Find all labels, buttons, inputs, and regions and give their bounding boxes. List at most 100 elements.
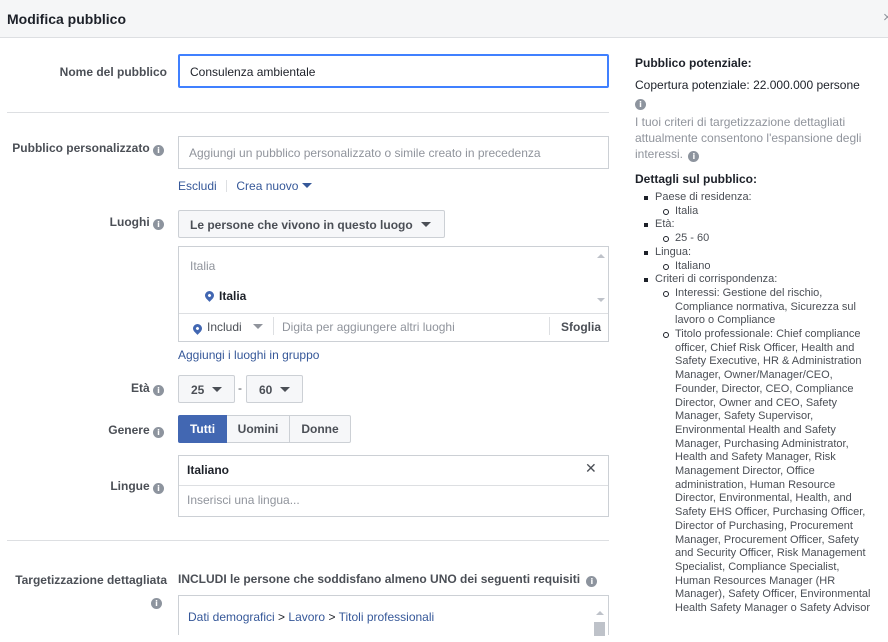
- chevron-down-icon: [253, 324, 264, 329]
- audience-name-value: Consulenza ambientale: [190, 65, 316, 79]
- locations-box: Italia Italia Includi Digita per aggiung…: [178, 246, 609, 342]
- info-icon[interactable]: i: [153, 219, 164, 230]
- gender-option-women[interactable]: Donne: [290, 415, 351, 443]
- location-search-input[interactable]: Digita per aggiungere altri luoghi: [282, 320, 455, 334]
- language-search-input[interactable]: Inserisci una lingua...: [187, 493, 300, 507]
- divider: [7, 540, 609, 541]
- list-item: Criteri di corrispondenza: Interessi: Ge…: [643, 273, 885, 616]
- age-label-text: Età: [130, 381, 150, 395]
- custom-audience-links: Escludi Crea nuovo: [178, 179, 312, 193]
- age-max-dropdown[interactable]: 60: [246, 375, 303, 403]
- include-requirements-label: INCLUDI le persone che soddisfano almeno…: [178, 572, 581, 586]
- create-new-link[interactable]: Crea nuovo: [236, 179, 298, 193]
- link-separator: [226, 180, 228, 192]
- audience-name-input[interactable]: Consulenza ambientale: [178, 54, 609, 88]
- location-group-header: Italia: [190, 259, 216, 273]
- divider: [7, 112, 609, 113]
- age-max-value: 60: [259, 383, 273, 397]
- age-min-dropdown[interactable]: 25: [178, 375, 235, 403]
- info-icon[interactable]: i: [151, 598, 162, 609]
- chevron-down-icon: [212, 387, 222, 392]
- scroll-down-icon[interactable]: [597, 298, 605, 302]
- info-icon[interactable]: i: [153, 483, 164, 494]
- location-type-label: Le persone che vivono in questo luogo: [190, 218, 413, 232]
- info-icon[interactable]: i: [153, 427, 164, 438]
- list-item: Italia: [661, 205, 885, 219]
- include-dropdown-label: Includi: [207, 320, 242, 334]
- gender-option-all[interactable]: Tutti: [178, 415, 227, 443]
- custom-audience-label-text: Pubblico personalizzato: [12, 141, 150, 155]
- exclude-link[interactable]: Escludi: [178, 179, 217, 193]
- include-dropdown[interactable]: Includi: [207, 320, 264, 334]
- info-icon[interactable]: i: [153, 385, 164, 396]
- divider: [273, 317, 274, 335]
- close-icon[interactable]: ✕: [585, 461, 597, 477]
- location-type-dropdown[interactable]: Le persone che vivono in questo luogo: [178, 210, 445, 238]
- location-pin-icon: [191, 322, 204, 335]
- location-pin-icon: [203, 289, 216, 302]
- breadcrumb: Dati demografici > Lavoro > Titoli profe…: [188, 610, 434, 624]
- age-label: Età i: [131, 381, 164, 396]
- divider: [179, 313, 608, 314]
- language-token: Italiano: [187, 463, 230, 477]
- info-icon[interactable]: i: [635, 99, 646, 110]
- info-icon[interactable]: i: [586, 576, 598, 587]
- info-icon[interactable]: i: [688, 151, 700, 162]
- scroll-up-icon[interactable]: [596, 611, 604, 615]
- scrollbar-thumb[interactable]: [594, 622, 605, 636]
- include-requirements-text: INCLUDI le persone che soddisfano almeno…: [178, 572, 598, 587]
- bulk-locations-link[interactable]: Aggiungi i luoghi in gruppo: [178, 348, 319, 362]
- audience-details-title: Dettagli sul pubblico:: [635, 172, 757, 186]
- potential-audience-title: Pubblico potenziale:: [635, 56, 752, 70]
- detailed-targeting-label: Targetizzazione dettagliata: [15, 573, 167, 587]
- age-min-value: 25: [191, 383, 205, 397]
- gender-label: Genere i: [108, 423, 164, 438]
- list-item: Titolo professionale: Chief compliance o…: [661, 328, 875, 616]
- custom-audience-input[interactable]: Aggiungi un pubblico personalizzato o si…: [178, 136, 609, 169]
- browse-button[interactable]: Sfoglia: [561, 320, 601, 334]
- info-icon[interactable]: i: [153, 145, 164, 156]
- breadcrumb-job-titles[interactable]: Titoli professionali: [339, 610, 435, 624]
- gender-segmented-control: Tutti Uomini Donne: [178, 415, 351, 443]
- chevron-down-icon: [280, 387, 290, 392]
- language-detail-label: Lingua:: [655, 245, 692, 258]
- scroll-up-icon[interactable]: [597, 254, 605, 258]
- locations-label: Luoghi i: [110, 215, 164, 230]
- audience-name-label: Nome del pubblico: [59, 65, 167, 79]
- panel-bottom-fade: [620, 624, 888, 642]
- chevron-down-icon[interactable]: [301, 183, 312, 188]
- age-separator: -: [238, 381, 242, 395]
- list-item: 25 - 60: [661, 232, 885, 246]
- expansion-note-text: I tuoi criteri di targetizzazione dettag…: [635, 115, 862, 161]
- list-item: Età: 25 - 60: [643, 218, 885, 245]
- list-item: Italiano: [661, 260, 885, 274]
- audience-details-list: Paese di residenza: Italia Età: 25 - 60 …: [643, 191, 885, 616]
- gender-option-men[interactable]: Uomini: [227, 415, 290, 443]
- expansion-note: I tuoi criteri di targetizzazione dettag…: [635, 114, 871, 162]
- list-item: Interessi: Gestione del rischio, Complia…: [661, 287, 875, 328]
- detailed-targeting-box: Dati demografici > Lavoro > Titoli profe…: [178, 595, 609, 636]
- potential-reach: Copertura potenziale: 22.000.000 persone: [635, 78, 860, 92]
- age-detail-label: Età:: [655, 218, 675, 231]
- residence-label: Paese di residenza:: [655, 191, 752, 203]
- custom-audience-placeholder: Aggiungi un pubblico personalizzato o si…: [189, 146, 541, 160]
- audience-summary-panel: Pubblico potenziale: Copertura potenzial…: [635, 56, 885, 616]
- divider: [179, 485, 608, 486]
- list-item: Lingua: Italiano: [643, 246, 885, 273]
- criteria-label: Criteri di corrispondenza:: [655, 273, 778, 286]
- breadcrumb-separator: >: [278, 610, 286, 624]
- chevron-down-icon: [421, 222, 431, 227]
- location-item[interactable]: Italia: [219, 289, 246, 303]
- list-item: Paese di residenza: Italia: [643, 191, 885, 218]
- breadcrumb-separator: >: [328, 610, 336, 624]
- close-icon[interactable]: ×: [883, 9, 888, 26]
- languages-label-text: Lingue: [110, 479, 150, 493]
- breadcrumb-demographics[interactable]: Dati demografici: [188, 610, 275, 624]
- languages-label: Lingue i: [110, 479, 164, 494]
- custom-audience-label: Pubblico personalizzato i: [12, 141, 164, 156]
- dialog-header: Modifica pubblico ×: [0, 0, 888, 38]
- scrollbar[interactable]: [593, 247, 609, 309]
- gender-label-text: Genere: [108, 423, 150, 437]
- locations-label-text: Luoghi: [109, 215, 150, 229]
- breadcrumb-work[interactable]: Lavoro: [288, 610, 325, 624]
